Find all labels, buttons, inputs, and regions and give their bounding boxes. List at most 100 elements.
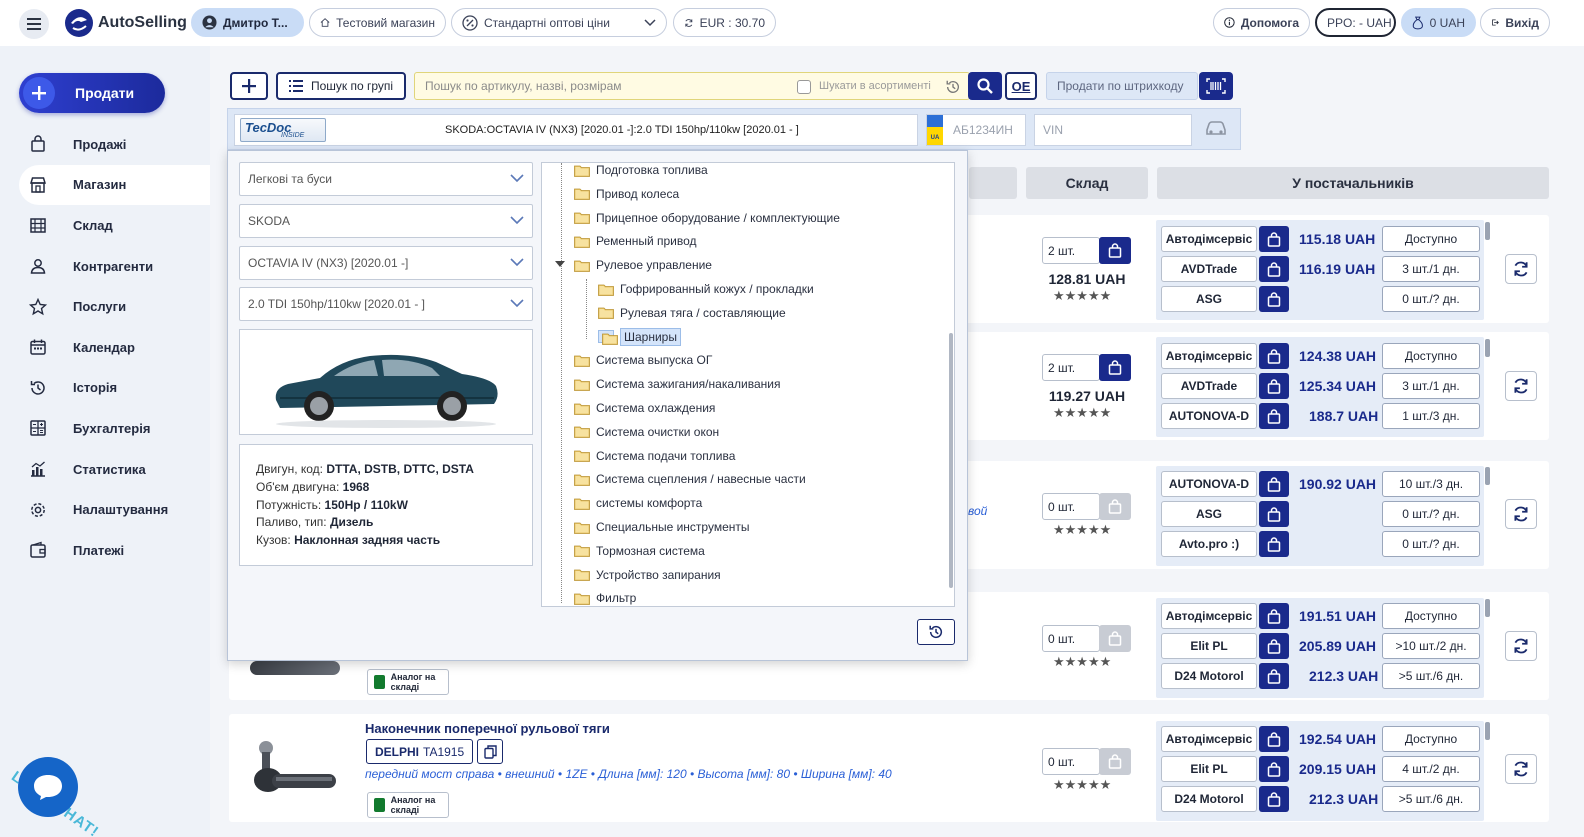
barcode-input[interactable]: Продати по штрихкоду xyxy=(1046,72,1198,100)
supplier-availability[interactable]: 4 шт./2 дн. xyxy=(1382,756,1480,782)
supplier-cart-button[interactable] xyxy=(1259,471,1289,497)
supplier-cart-button[interactable] xyxy=(1259,603,1289,629)
engine-select[interactable]: 2.0 TDI 150hp/110kw [2020.01 - ] xyxy=(239,287,533,321)
add-to-cart-button[interactable] xyxy=(1099,354,1131,381)
add-to-cart-button[interactable] xyxy=(1099,625,1131,652)
menu-icon[interactable] xyxy=(19,9,49,39)
supplier-cart-button[interactable] xyxy=(1259,531,1289,557)
tree-item[interactable]: Система выпуска ОГ xyxy=(574,350,712,370)
product-title[interactable]: Наконечник поперечної рульової тяги xyxy=(365,721,610,736)
sidebar-item-store[interactable]: Магазин xyxy=(19,164,210,206)
plate-input[interactable]: UA АБ1234ИН xyxy=(926,114,1026,146)
supplier-availability[interactable]: >10 шт./2 дн. xyxy=(1382,633,1480,659)
tree-item[interactable]: Привод колеса xyxy=(574,184,679,204)
add-to-cart-button[interactable] xyxy=(1099,748,1131,775)
make-select[interactable]: SKODA xyxy=(239,204,533,238)
refresh-button[interactable] xyxy=(1505,499,1537,529)
exit-button[interactable]: Вихід xyxy=(1480,8,1550,37)
add-button[interactable] xyxy=(230,72,268,100)
shop-selector[interactable]: Тестовий магазин xyxy=(309,8,446,37)
sidebar-item-sales[interactable]: Продажі xyxy=(19,124,210,165)
refresh-button[interactable] xyxy=(1505,631,1537,661)
expand-arrow-icon[interactable] xyxy=(555,261,565,268)
supplier-cart-button[interactable] xyxy=(1259,786,1289,812)
user-menu[interactable]: Дмитро Т... xyxy=(191,8,304,37)
supplier-availability[interactable]: 3 шт./1 дн. xyxy=(1382,256,1480,282)
search-input[interactable]: Пошук по артикулу, назві, розмірам Шукат… xyxy=(414,72,970,100)
group-search-button[interactable]: Пошук по групі xyxy=(276,72,406,100)
vehicle-type-select[interactable]: Легкові та буси xyxy=(239,162,533,196)
tree-item[interactable]: системы комфорта xyxy=(574,493,702,513)
tree-item[interactable]: Система сцепления / навесные части xyxy=(574,469,806,489)
supplier-cart-button[interactable] xyxy=(1259,501,1289,527)
tree-item[interactable]: Рулевая тяга / составляющие xyxy=(598,303,786,323)
supplier-cart-button[interactable] xyxy=(1259,286,1289,312)
sidebar-item-calendar[interactable]: Календар xyxy=(19,327,210,368)
suppliers-scrollbar[interactable] xyxy=(1485,467,1490,485)
tree-item[interactable]: Подготовка топлива xyxy=(574,163,708,180)
sidebar-item-warehouse[interactable]: Склад xyxy=(19,205,210,246)
sidebar-item-contractors[interactable]: Контрагенти xyxy=(19,246,210,287)
history-button[interactable] xyxy=(917,619,955,645)
barcode-scan-button[interactable] xyxy=(1199,72,1233,100)
refresh-button[interactable] xyxy=(1505,754,1537,784)
in-assortment-checkbox[interactable] xyxy=(797,80,811,94)
supplier-cart-button[interactable] xyxy=(1259,726,1289,752)
suppliers-scrollbar[interactable] xyxy=(1485,339,1490,357)
supplier-availability[interactable]: 0 шт./? дн. xyxy=(1382,531,1480,557)
suppliers-scrollbar[interactable] xyxy=(1485,222,1490,240)
suppliers-scrollbar[interactable] xyxy=(1485,722,1490,740)
sidebar-item-history[interactable]: Історія xyxy=(19,368,210,409)
oe-button[interactable]: OE xyxy=(1005,72,1037,100)
sidebar-item-settings[interactable]: Налаштування xyxy=(19,489,210,530)
supplier-availability[interactable]: 1 шт./3 дн. xyxy=(1382,403,1480,429)
supplier-availability[interactable]: Доступно xyxy=(1382,226,1480,252)
help-button[interactable]: Допомога xyxy=(1213,8,1310,37)
car-icon[interactable] xyxy=(1204,119,1228,137)
refresh-button[interactable] xyxy=(1505,371,1537,401)
tree-item[interactable]: Устройство запирания xyxy=(574,565,721,585)
balance-button[interactable]: 0 UAH xyxy=(1401,8,1476,37)
tree-item[interactable]: Система очистки окон xyxy=(574,422,719,442)
sidebar-item-accounting[interactable]: Бухгалтерія xyxy=(19,408,210,449)
tree-item[interactable]: Рулевое управление xyxy=(574,255,712,275)
app-logo[interactable]: AutoSelling xyxy=(64,7,187,39)
supplier-availability[interactable]: 3 шт./1 дн. xyxy=(1382,373,1480,399)
tree-item[interactable]: Специальные инструменты xyxy=(574,517,750,537)
qty-input[interactable]: 0 шт. xyxy=(1042,625,1100,652)
supplier-cart-button[interactable] xyxy=(1259,633,1289,659)
tree-item[interactable]: Система подачи топлива xyxy=(574,446,735,466)
tree-item[interactable]: Ременный привод xyxy=(574,231,697,251)
supplier-cart-button[interactable] xyxy=(1259,226,1289,252)
qty-input[interactable]: 2 шт. xyxy=(1042,354,1100,381)
tree-item-selected[interactable]: Шарниры xyxy=(598,327,681,347)
qty-input[interactable]: 0 шт. xyxy=(1042,748,1100,775)
supplier-availability[interactable]: >5 шт./6 дн. xyxy=(1382,786,1480,812)
sell-button[interactable]: Продати xyxy=(19,73,165,113)
product-article[interactable]: DELPHI TA1915 xyxy=(366,739,474,764)
supplier-cart-button[interactable] xyxy=(1259,663,1289,689)
add-to-cart-button[interactable] xyxy=(1099,493,1131,520)
tree-item[interactable]: Тормозная система xyxy=(574,541,705,561)
currency-rate[interactable]: EUR : 30.70 xyxy=(673,8,776,37)
tree-item[interactable]: Система охлаждения xyxy=(574,398,715,418)
suppliers-scrollbar[interactable] xyxy=(1485,599,1490,617)
tree-item[interactable]: Фильтр xyxy=(574,588,636,606)
supplier-availability[interactable]: 10 шт./3 дн. xyxy=(1382,471,1480,497)
sidebar-item-services[interactable]: Послуги xyxy=(19,286,210,327)
add-to-cart-button[interactable] xyxy=(1099,237,1131,264)
chat-button[interactable] xyxy=(18,757,78,817)
model-select[interactable]: OCTAVIA IV (NX3) [2020.01 -] xyxy=(239,246,533,280)
supplier-cart-button[interactable] xyxy=(1259,756,1289,782)
sidebar-item-statistics[interactable]: Статистика xyxy=(19,449,210,490)
supplier-cart-button[interactable] xyxy=(1259,343,1289,369)
analog-in-stock-badge[interactable]: Аналог на складі xyxy=(367,669,449,695)
supplier-availability[interactable]: Доступно xyxy=(1382,726,1480,752)
tree-item[interactable]: Система зажигания/накаливания xyxy=(574,374,780,394)
supplier-availability[interactable]: Доступно xyxy=(1382,603,1480,629)
supplier-availability[interactable]: 0 шт./? дн. xyxy=(1382,501,1480,527)
search-button[interactable] xyxy=(968,72,1002,100)
tecdoc-vehicle-field[interactable]: TecDoc INSIDE SKODA:OCTAVIA IV (NX3) [20… xyxy=(234,114,918,146)
qty-input[interactable]: 2 шт. xyxy=(1042,237,1100,264)
supplier-availability[interactable]: >5 шт./6 дн. xyxy=(1382,663,1480,689)
